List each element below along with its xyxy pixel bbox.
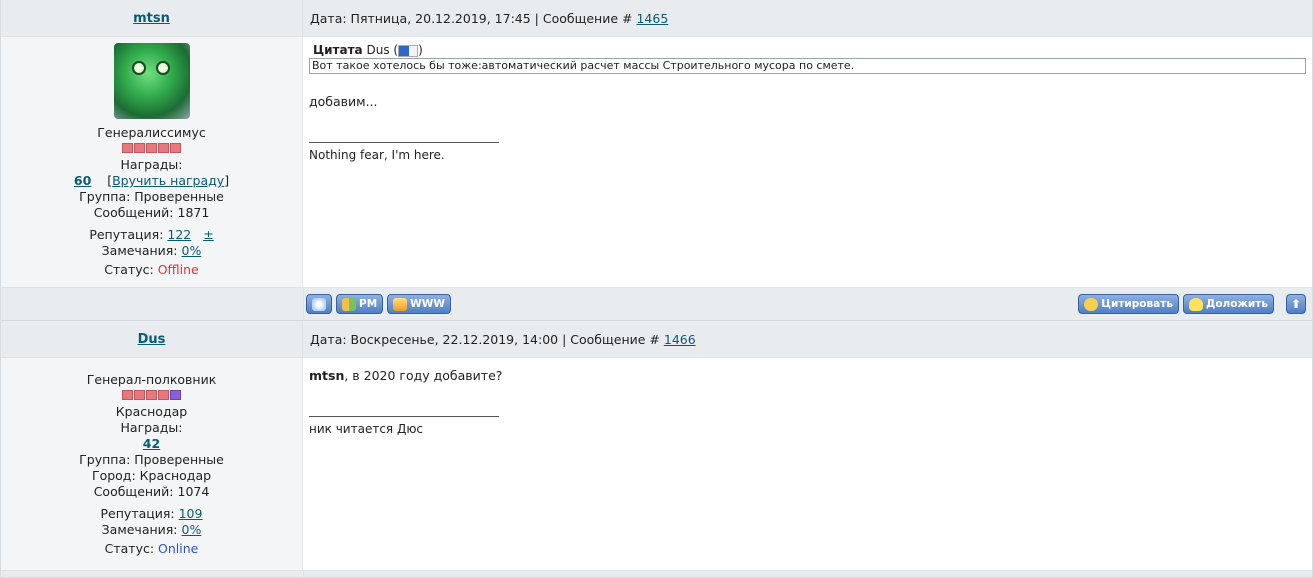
speech-bubble-icon [1084, 297, 1099, 311]
signature: Nothing fear, I'm here. [309, 148, 445, 162]
status-value: Online [158, 541, 199, 556]
reputation-link[interactable]: 109 [179, 506, 203, 521]
post-date: Дата: Пятница, 20.12.2019, 17:45 | Сообщ… [310, 10, 633, 26]
awards-row: 60 [Вручить награду] [73, 173, 230, 188]
warnings-row: Замечания: 0% [101, 522, 202, 537]
user-messages: Сообщений: 1074 [93, 484, 210, 499]
post-content: mtsn, в 2020 году добавите? ник читается… [303, 358, 1312, 570]
people-icon [342, 297, 356, 311]
reputation-row: Репутация: 122 ± [89, 227, 214, 242]
user-info: Генерал-полковник Краснодар Награды: 42 … [1, 358, 303, 570]
rank-stars [122, 143, 181, 153]
user-city: Город: Краснодар [91, 468, 212, 483]
post-text: mtsn, в 2020 году добавите? [309, 368, 503, 383]
post-header: Dus Дата: Воскресенье, 22.12.2019, 14:00… [1, 321, 1312, 358]
author-cell: Dus [1, 321, 303, 357]
post-meta: Дата: Пятница, 20.12.2019, 17:45 | Сообщ… [303, 0, 1312, 36]
status-row: Статус: Offline [104, 262, 199, 277]
quote-author: Dus ( [366, 43, 399, 57]
home-icon [393, 297, 408, 311]
quote-button[interactable]: Цитировать [1078, 294, 1179, 314]
give-award-link[interactable]: Вручить награду [112, 173, 224, 188]
awards-count-link[interactable]: 60 [74, 173, 91, 188]
status-row: Статус: Online [104, 541, 199, 556]
post-1466: Dus Дата: Воскресенье, 22.12.2019, 14:00… [0, 321, 1313, 578]
signature: ник читается Дюс [309, 422, 424, 436]
reputation-link[interactable]: 122 [167, 227, 191, 242]
warnings-row: Замечания: 0% [101, 243, 202, 258]
warnings-link[interactable]: 0% [182, 522, 202, 537]
post-content: Цитата Dus () Вот такое хотелось бы тоже… [303, 37, 1312, 287]
post-toolbar [1, 570, 1312, 578]
quote-box: Вот такое хотелось бы тоже:автоматически… [309, 58, 1306, 74]
awards-label: Награды: [120, 157, 183, 172]
quote-label: Цитата [313, 43, 363, 57]
mention: mtsn [309, 368, 345, 383]
scroll-up-button[interactable]: ⬆ [1286, 294, 1306, 314]
post-1465: mtsn Дата: Пятница, 20.12.2019, 17:45 | … [0, 0, 1313, 321]
post-body-row: Генерал-полковник Краснодар Награды: 42 … [1, 358, 1312, 570]
message-number-link[interactable]: 1466 [664, 332, 696, 347]
awards-row: 42 [1, 436, 302, 452]
awards-count-link[interactable]: 42 [143, 436, 160, 451]
user-city-top: Краснодар [115, 404, 188, 419]
report-button[interactable]: Доложить [1182, 294, 1274, 314]
arrow-up-icon: ⬆ [1290, 297, 1302, 311]
author-link[interactable]: mtsn [133, 11, 170, 26]
awards-label: Награды: [120, 420, 183, 435]
signature-separator [309, 416, 499, 417]
post-meta: Дата: Воскресенье, 22.12.2019, 14:00 | С… [303, 321, 1312, 357]
post-text: добавим... [309, 94, 378, 109]
rank-stars [122, 390, 181, 400]
user-rank: Генералиссимус [97, 125, 206, 140]
www-button[interactable]: WWW [387, 294, 451, 314]
status-value: Offline [157, 262, 199, 277]
signature-separator [309, 142, 499, 143]
message-number-link[interactable]: 1465 [636, 11, 668, 26]
warnings-link[interactable]: 0% [182, 243, 202, 258]
post-toolbar: PM WWW Цитировать Доложить ⬆ [1, 287, 1312, 321]
user-group: Группа: Проверенные [79, 189, 224, 204]
user-rank: Генерал-полковник [86, 372, 217, 387]
profile-icon [312, 297, 326, 311]
user-group: Группа: Проверенные [79, 452, 224, 467]
post-date: Дата: Воскресенье, 22.12.2019, 14:00 | С… [310, 331, 660, 347]
reputation-row: Репутация: 109 [100, 506, 203, 521]
pm-button[interactable]: PM [336, 294, 384, 314]
user-info: Генералиссимус Награды: 60 [Вручить нагр… [1, 37, 303, 287]
author-cell: mtsn [1, 0, 303, 36]
post-body-row: Генералиссимус Награды: 60 [Вручить нагр… [1, 37, 1312, 287]
bulb-icon [1188, 297, 1203, 311]
profile-button[interactable] [306, 294, 332, 314]
avatar[interactable] [113, 43, 190, 119]
post-header: mtsn Дата: Пятница, 20.12.2019, 17:45 | … [1, 0, 1312, 37]
user-messages: Сообщений: 1871 [93, 205, 210, 220]
go-to-post-icon[interactable] [398, 44, 419, 57]
author-link[interactable]: Dus [138, 332, 166, 347]
reputation-change-link[interactable]: ± [203, 227, 213, 242]
quote-header: Цитата Dus () [313, 43, 423, 57]
